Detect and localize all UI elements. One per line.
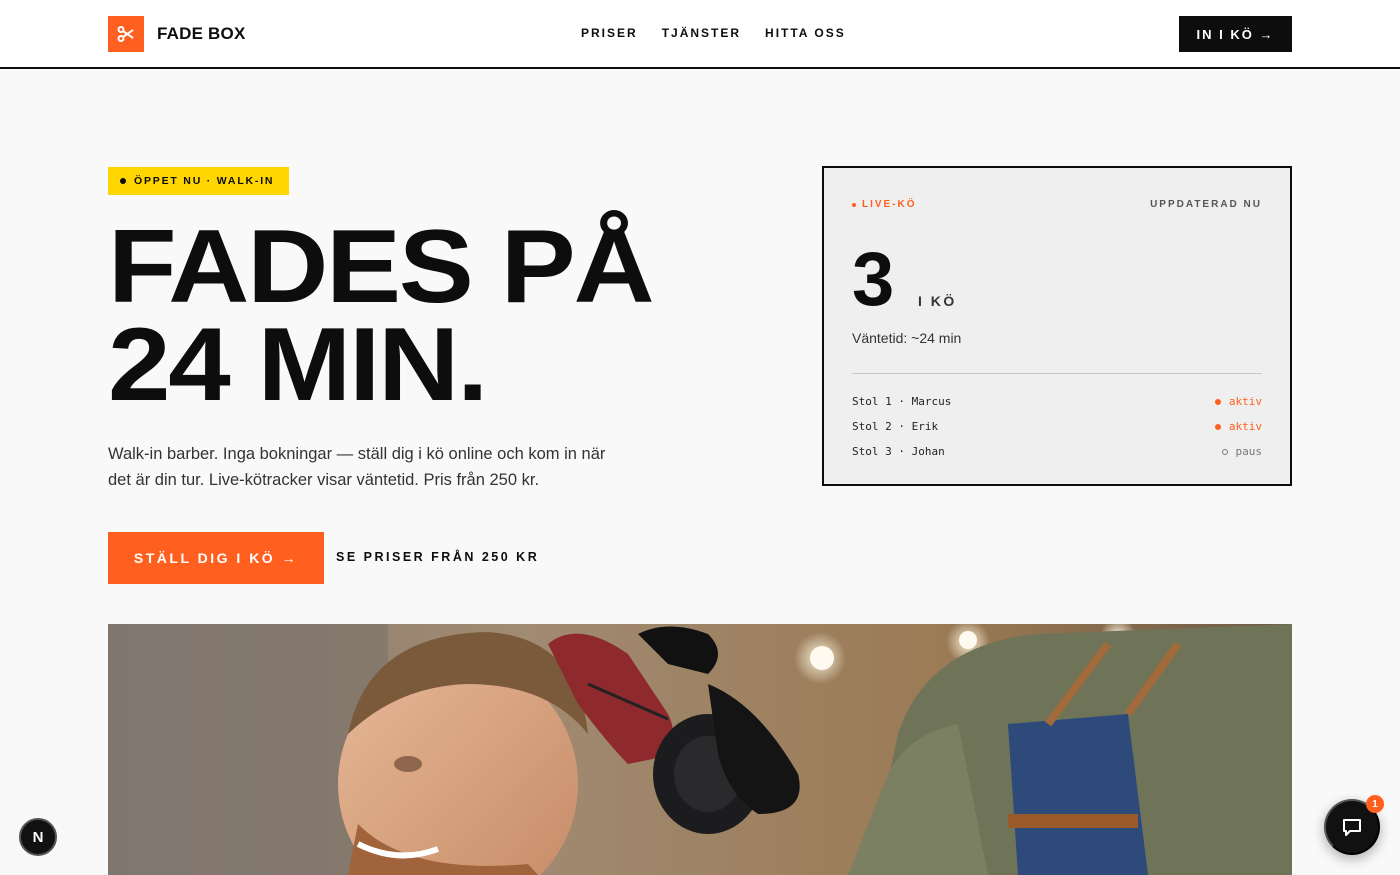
chair-status-text: paus	[1235, 445, 1263, 458]
status-dot	[1214, 398, 1221, 405]
live-dot	[852, 202, 856, 207]
chair-row: Stol 1 · Marcus aktiv	[852, 389, 1262, 414]
chair-row: Stol 3 · Johan paus	[852, 439, 1262, 464]
hero-headline: FADES PÅ 24 MIN.	[108, 209, 655, 423]
updated-label: UPPDATERAD NU	[1150, 199, 1262, 210]
chair-label: Stol 3 · Johan	[852, 445, 945, 458]
nav-link-tjanster[interactable]: TJÄNSTER	[662, 26, 741, 40]
status-dot	[1214, 423, 1221, 430]
queue-count: 3	[852, 237, 895, 322]
queue-divider	[852, 373, 1262, 374]
site-header: FADE BOX PRISER TJÄNSTER HITTA OSS IN I …	[0, 0, 1400, 69]
chat-unread-badge: 1	[1366, 795, 1384, 813]
chair-status: aktiv	[1214, 420, 1262, 433]
next-dev-indicator-button[interactable]: N	[19, 818, 57, 856]
chair-label: Stol 1 · Marcus	[852, 395, 952, 408]
hero-photo	[108, 624, 1292, 875]
queue-count-unit: I KÖ	[918, 293, 957, 309]
nav-link-hitta-oss[interactable]: HITTA OSS	[765, 26, 846, 40]
open-status-text: ÖPPET NU · WALK-IN	[134, 175, 275, 187]
status-dot	[1221, 448, 1228, 455]
barber-photo-illustration	[108, 624, 1292, 875]
chair-status: paus	[1221, 445, 1263, 458]
chair-row: Stol 2 · Erik aktiv	[852, 414, 1262, 439]
nav-link-priser[interactable]: PRISER	[581, 26, 638, 40]
see-prices-link[interactable]: SE PRISER FRÅN 250 KR	[336, 550, 539, 564]
main-nav: PRISER TJÄNSTER HITTA OSS	[581, 26, 846, 40]
join-queue-button[interactable]: STÄLL DIG I KÖ →	[108, 532, 324, 584]
chair-label: Stol 2 · Erik	[852, 420, 939, 433]
live-queue-label: LIVE-KÖ	[852, 199, 917, 210]
chair-status-text: aktiv	[1228, 420, 1262, 433]
wait-time: Väntetid: ~24 min	[852, 330, 962, 346]
chair-list: Stol 1 · Marcus aktiv Stol 2 · Erik akti…	[852, 389, 1262, 464]
live-queue-card: LIVE-KÖ UPPDATERAD NU 3 I KÖ Väntetid: ~…	[822, 166, 1292, 486]
hero-headline-line-2: 24 MIN.	[108, 307, 488, 423]
hero-lead: Walk-in barber. Inga bokningar — ställ d…	[108, 445, 606, 489]
chat-bubble-icon	[1343, 819, 1361, 836]
brand-name[interactable]: FADE BOX	[157, 24, 246, 44]
join-queue-header-button[interactable]: IN I KÖ →	[1179, 16, 1292, 52]
status-dot	[120, 178, 126, 184]
scissors-icon	[117, 26, 134, 42]
chair-status-text: aktiv	[1228, 395, 1262, 408]
open-status-badge: ÖPPET NU · WALK-IN	[108, 167, 289, 195]
hero-headline-line-1: FADES PÅ	[108, 209, 655, 325]
live-queue-label-text: LIVE-KÖ	[862, 199, 917, 210]
brand-logo[interactable]	[108, 16, 144, 52]
chair-status: aktiv	[1214, 395, 1262, 408]
